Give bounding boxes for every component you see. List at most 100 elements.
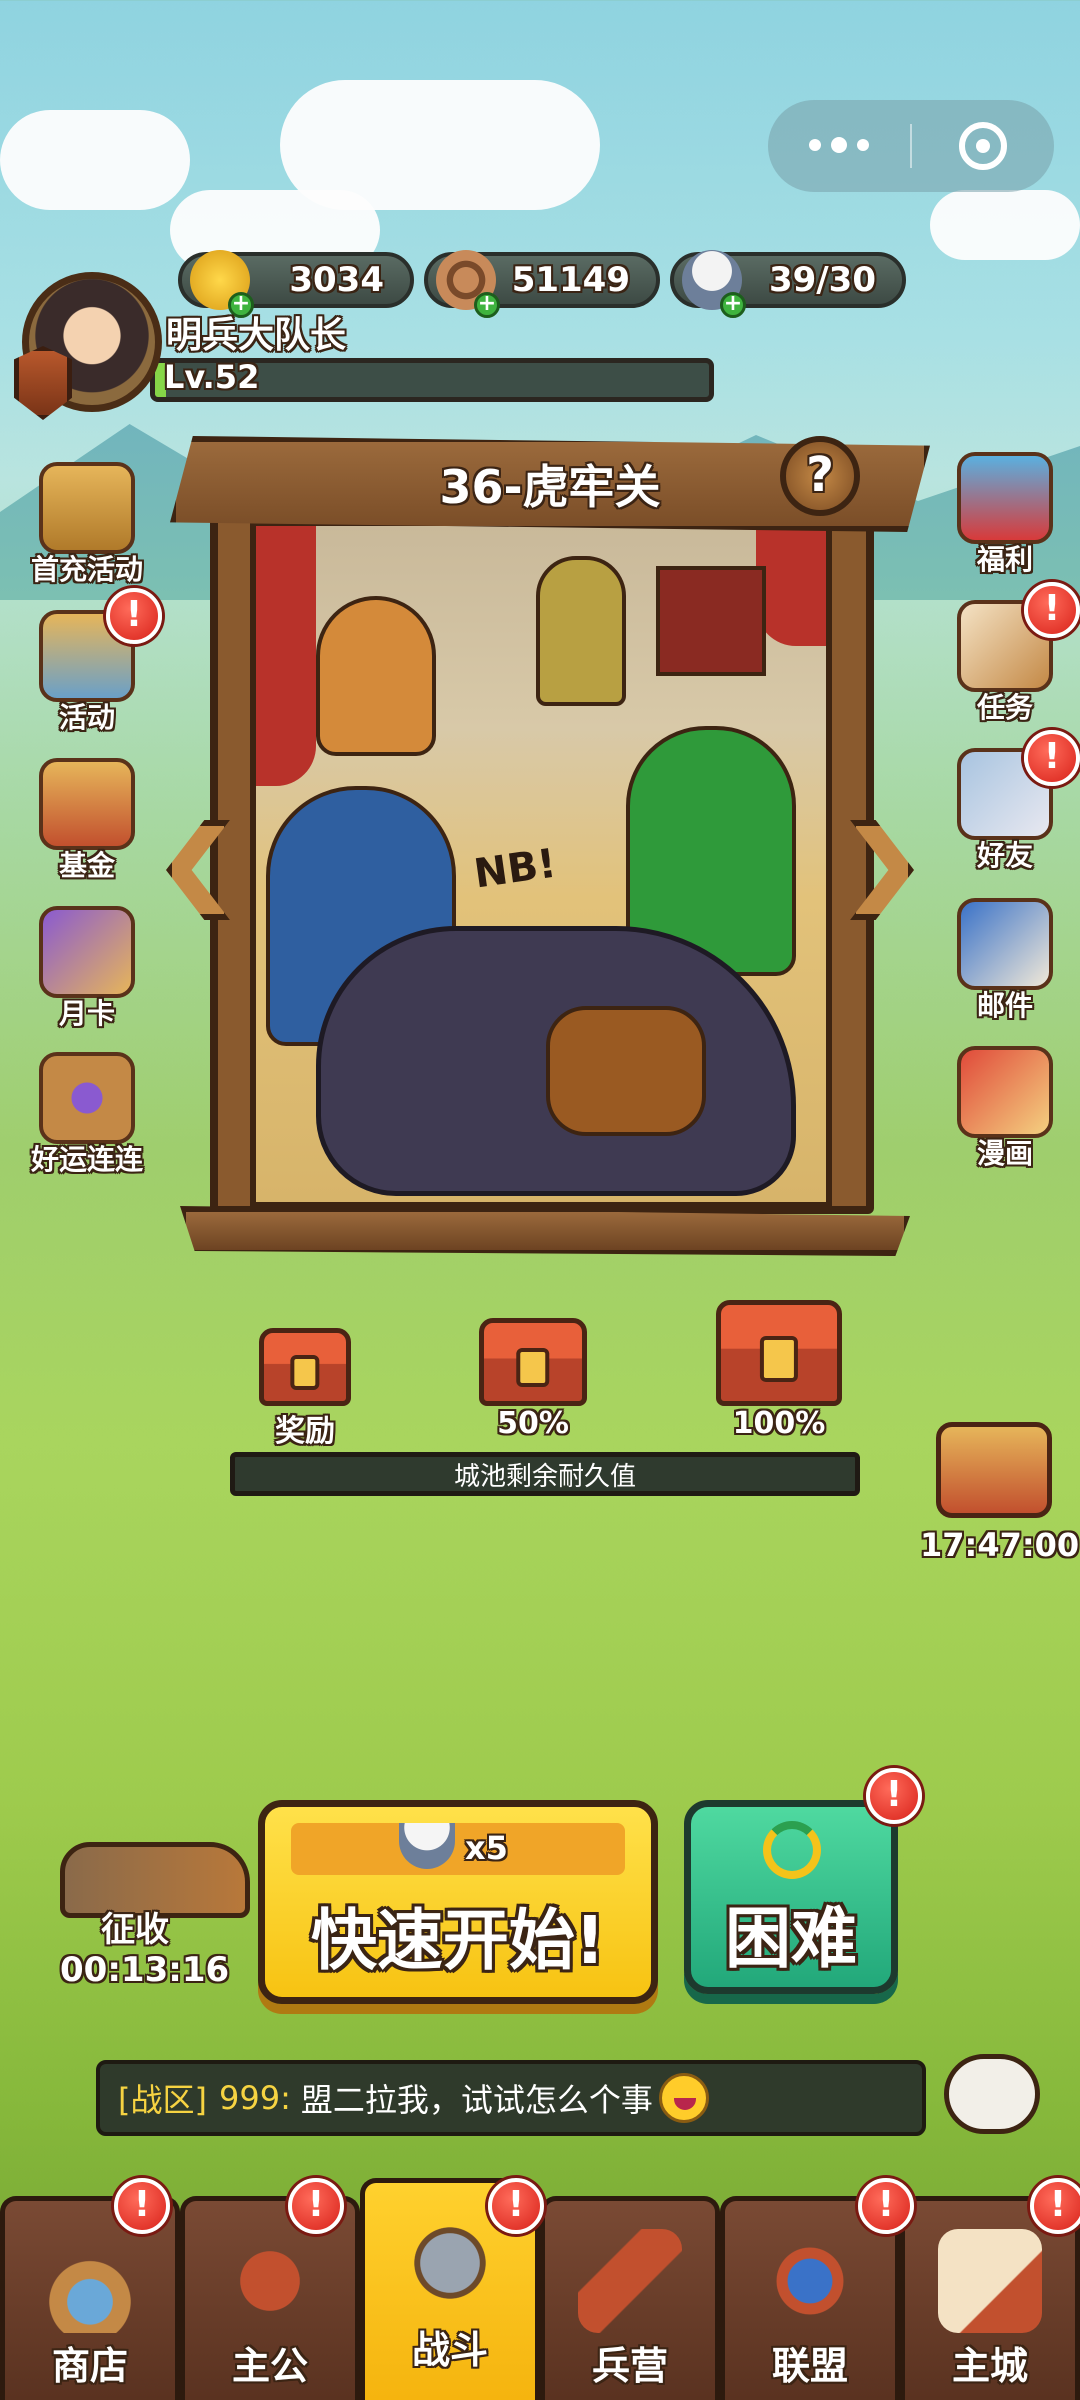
shop-scale-icon (38, 2229, 142, 2333)
add-stamina-icon[interactable]: + (720, 292, 746, 318)
comic-book-icon (957, 1046, 1053, 1138)
player-level: Lv.52 (164, 358, 260, 396)
menu-label: 福利 (976, 543, 1033, 576)
tab-label: 商店 (51, 2344, 128, 2388)
menu-label: 漫画 (976, 1137, 1033, 1170)
cloud (0, 110, 190, 210)
left-menu-fund[interactable]: 基金 (12, 758, 162, 884)
chat-bar[interactable]: [战区] 999: 盟二拉我，试试怎么个事 (96, 2060, 926, 2136)
alert-icon: ! (114, 2178, 170, 2234)
tab-barracks[interactable]: 兵营 (540, 2196, 720, 2400)
chest-timer: 17:47:00 (920, 1526, 1080, 1564)
left-menu-lucky[interactable]: 好运连连 (12, 1052, 162, 1178)
right-menu-comic[interactable]: 漫画 (930, 1046, 1080, 1172)
hard-mode-button[interactable]: 困难 (684, 1800, 898, 1994)
stage-artwork[interactable]: NB! (250, 520, 832, 1208)
chest-label: 奖励 (275, 1414, 335, 1449)
lucky-frame-icon (39, 1052, 135, 1144)
menu-label: 邮件 (976, 989, 1033, 1022)
menu-label: 月卡 (58, 997, 115, 1030)
alert-icon: ! (1024, 730, 1080, 786)
menu-label: 首充活动 (30, 553, 143, 586)
soldier-character (316, 596, 436, 756)
player-name: 明兵大队长 (166, 315, 347, 356)
stamina-resource[interactable]: + 39/30 (670, 250, 906, 318)
quick-start-cost: x5 (465, 1829, 508, 1867)
welfare-box-icon (957, 452, 1053, 544)
alert-icon: ! (488, 2178, 544, 2234)
collect-timer: 00:13:16 (60, 1950, 230, 1990)
right-menu-mail[interactable]: 邮件 (930, 898, 1080, 1024)
coin-value: 51149 (511, 260, 630, 300)
crossed-swords-icon (398, 2211, 502, 2315)
left-menu-monthly-card[interactable]: 月卡 (12, 906, 162, 1032)
chest-label: 100% (732, 1406, 826, 1441)
alert-icon: ! (1030, 2178, 1080, 2234)
gift-bag-icon (39, 462, 135, 554)
golden-armor (536, 556, 626, 706)
bear-saddle (546, 1006, 706, 1136)
help-icon[interactable]: ? (780, 436, 860, 516)
treasure-chest-icon (716, 1300, 842, 1406)
bottom-navigation: 商店 主公 战斗 兵营 联盟 主城 (0, 2178, 1080, 2400)
timed-reward-chest-icon[interactable] (936, 1422, 1052, 1518)
tab-label: 主城 (951, 2344, 1028, 2388)
tab-label: 战斗 (411, 2328, 488, 2372)
quick-start-button[interactable]: x5 快速开始! (258, 1800, 658, 2004)
alert-icon: ! (106, 588, 162, 644)
gold-resource[interactable]: + 3034 (178, 250, 414, 318)
art-caption: NB! (471, 840, 560, 898)
alert-icon: ! (1024, 582, 1080, 638)
mail-icon (957, 898, 1053, 990)
coin-resource[interactable]: + 51149 (424, 250, 660, 318)
alert-icon: ! (858, 2178, 914, 2234)
chest-50[interactable]: 50% (468, 1318, 598, 1441)
cost-strip (291, 1823, 625, 1875)
hard-mode-label: 困难 (725, 1900, 857, 1977)
chat-bubble-icon[interactable] (944, 2054, 1040, 2134)
target-circle-icon[interactable] (912, 122, 1054, 170)
more-dots-icon[interactable] (768, 137, 910, 153)
cloud (930, 190, 1080, 260)
menu-label: 基金 (58, 849, 115, 882)
chest-label: 50% (497, 1406, 569, 1441)
weapon-rack (656, 566, 766, 676)
gold-value: 3034 (289, 260, 384, 300)
horse-cart-icon[interactable] (60, 1842, 250, 1918)
treasure-chest-icon (479, 1318, 587, 1406)
durability-bar: 城池剩余耐久值 (230, 1452, 860, 1496)
quick-start-label: 快速开始! (310, 1902, 606, 1979)
alert-icon: ! (288, 2178, 344, 2234)
barracks-flag-icon (578, 2229, 682, 2333)
stamina-value: 39/30 (768, 260, 876, 300)
tab-label: 主公 (231, 2344, 308, 2388)
refresh-swap-icon (763, 1821, 821, 1879)
treasure-chest-icon (259, 1328, 351, 1406)
tab-label: 联盟 (771, 2344, 848, 2388)
city-map-icon (938, 2229, 1042, 2333)
left-menu-first-recharge[interactable]: 首充活动 (12, 462, 162, 588)
alliance-banner-icon (758, 2229, 862, 2333)
add-coin-icon[interactable]: + (474, 292, 500, 318)
tab-label: 兵营 (591, 2344, 668, 2388)
menu-label: 活动 (58, 701, 115, 734)
alert-icon: ! (866, 1768, 922, 1824)
treasure-box-icon (39, 758, 135, 850)
chest-100[interactable]: 100% (708, 1300, 850, 1441)
reward-chest[interactable]: 奖励 (250, 1328, 360, 1450)
right-menu-welfare[interactable]: 福利 (930, 452, 1080, 578)
miniprogram-capsule (768, 100, 1054, 192)
menu-label: 好友 (976, 839, 1033, 872)
lord-helmet-icon (218, 2229, 322, 2333)
chat-sender: 999: (218, 2079, 291, 2117)
monthly-card-icon (39, 906, 135, 998)
collect-label: 征收 (101, 1910, 169, 1950)
collect-panel[interactable]: 征收 00:13:16 (60, 1910, 230, 1990)
durability-label: 城池剩余耐久值 (453, 1461, 636, 1492)
red-curtain (256, 526, 316, 786)
menu-label: 好运连连 (30, 1143, 143, 1176)
rank-badge-icon (14, 346, 72, 420)
menu-label: 任务 (976, 691, 1033, 724)
chat-channel: [战区] (118, 2081, 207, 2119)
red-curtain (756, 526, 826, 646)
